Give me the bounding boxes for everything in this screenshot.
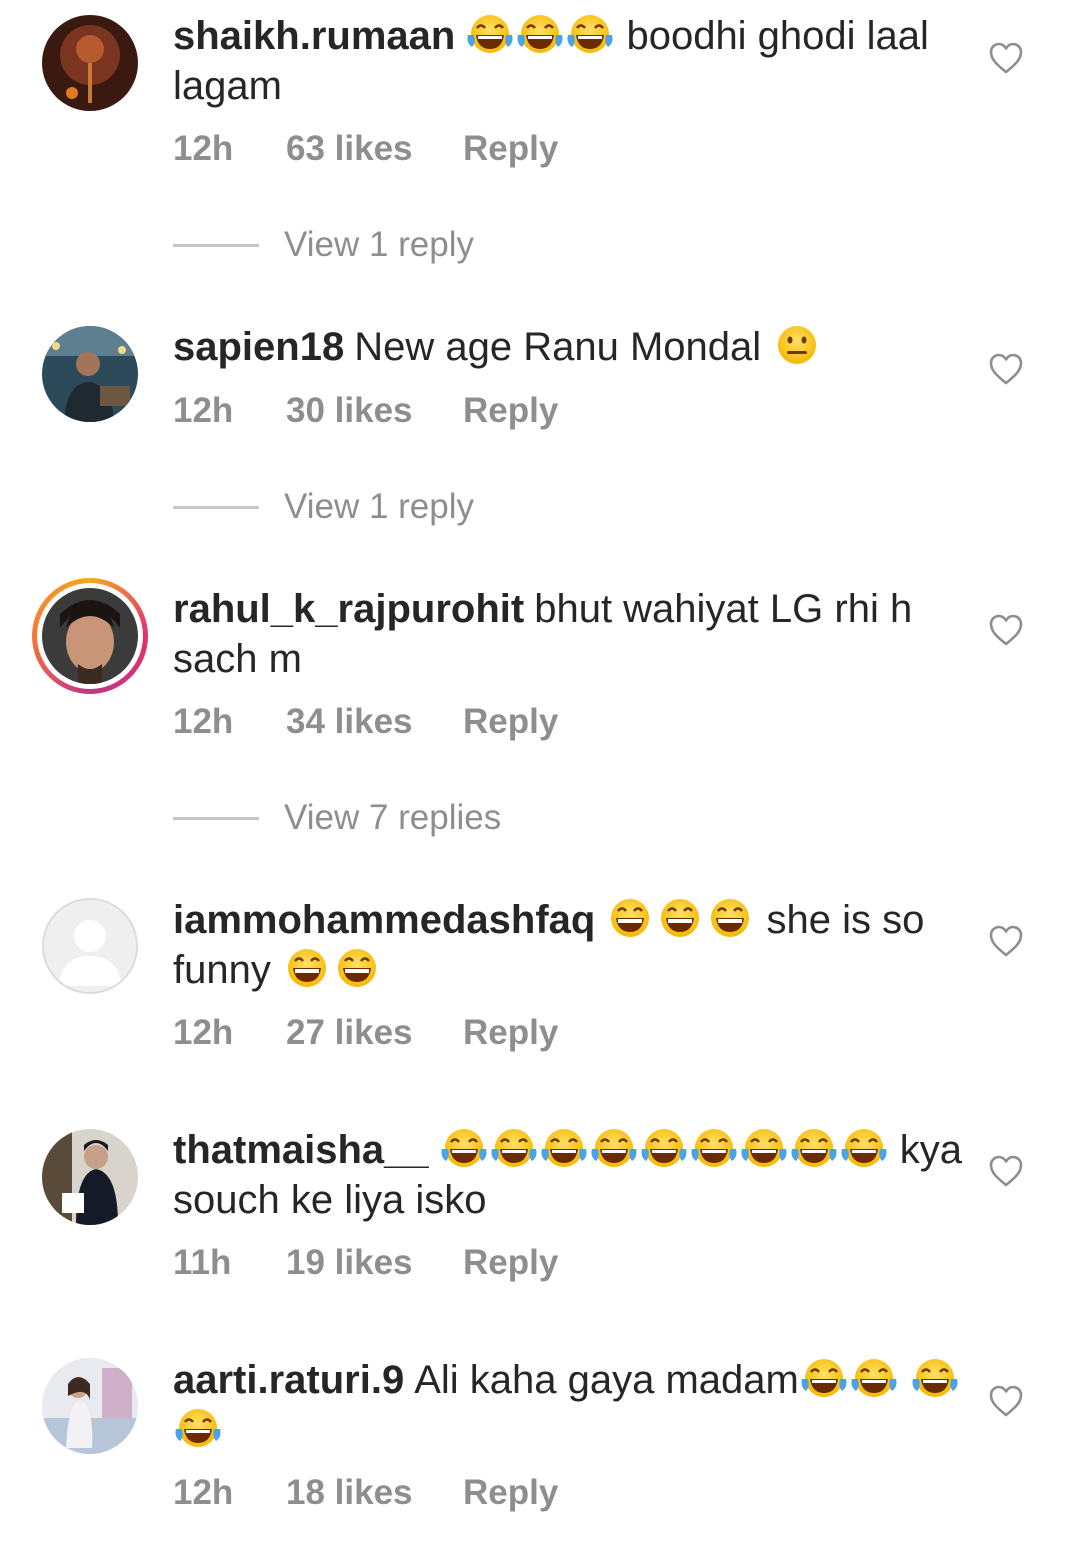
timestamp: 12h bbox=[173, 129, 234, 168]
laugh-icon bbox=[689, 1127, 739, 1169]
comment-text: aarti.raturi.9 Ali kaha gaya madam bbox=[173, 1355, 963, 1455]
laugh-icon bbox=[589, 1127, 639, 1169]
avatar[interactable] bbox=[42, 15, 138, 111]
heart-icon[interactable] bbox=[988, 1154, 1024, 1188]
laugh-icon bbox=[799, 1357, 849, 1399]
likes-count[interactable]: 18 likes bbox=[286, 1471, 413, 1515]
likes-count[interactable]: 34 likes bbox=[286, 700, 413, 744]
heart-icon[interactable] bbox=[988, 613, 1024, 647]
likes-count[interactable]: 19 likes bbox=[286, 1241, 413, 1285]
grinning-face-icon bbox=[655, 897, 705, 939]
comment-body: Ali kaha gaya madam bbox=[414, 1358, 799, 1402]
timestamp: 11h bbox=[173, 1243, 232, 1282]
comment-text: rahul_k_rajpurohit bhut wahiyat LG rhi h … bbox=[173, 584, 963, 684]
laugh-icon bbox=[910, 1357, 960, 1399]
avatar[interactable] bbox=[42, 326, 138, 422]
laugh-icon bbox=[539, 1127, 589, 1169]
likes-count[interactable]: 30 likes bbox=[286, 389, 413, 433]
username-link[interactable]: thatmaisha__ bbox=[173, 1128, 429, 1172]
heart-icon[interactable] bbox=[988, 924, 1024, 958]
reply-button[interactable]: Reply bbox=[463, 127, 558, 171]
comment-text: iammohammedashfaq she is so funny bbox=[173, 895, 963, 995]
timestamp: 12h bbox=[173, 702, 234, 741]
username-link[interactable]: shaikh.rumaan bbox=[173, 14, 455, 58]
laugh-icon bbox=[789, 1127, 839, 1169]
grinning-face-icon bbox=[282, 947, 332, 989]
timestamp: 12h bbox=[173, 391, 234, 430]
grinning-face-icon bbox=[705, 897, 755, 939]
avatar bbox=[42, 588, 138, 684]
reply-button[interactable]: Reply bbox=[463, 1471, 558, 1515]
laugh-icon bbox=[849, 1357, 899, 1399]
comment-text: shaikh.rumaan boodhi ghodi laal lagam bbox=[173, 11, 963, 111]
laugh-icon bbox=[489, 1127, 539, 1169]
heart-icon[interactable] bbox=[988, 352, 1024, 386]
comment-body: New age Ranu Mondal bbox=[354, 325, 762, 369]
divider-line bbox=[173, 506, 259, 509]
username-link[interactable]: rahul_k_rajpurohit bbox=[173, 587, 524, 631]
comment-text: sapien18 New age Ranu Mondal bbox=[173, 322, 963, 372]
reply-button[interactable]: Reply bbox=[463, 700, 558, 744]
timestamp: 12h bbox=[173, 1473, 234, 1512]
neutral-face-icon bbox=[772, 324, 822, 366]
grinning-face-icon bbox=[332, 947, 382, 989]
heart-icon[interactable] bbox=[988, 41, 1024, 75]
username-link[interactable]: sapien18 bbox=[173, 325, 344, 369]
heart-icon[interactable] bbox=[988, 1384, 1024, 1418]
laugh-icon bbox=[739, 1127, 789, 1169]
laugh-icon bbox=[515, 13, 565, 55]
view-replies-label: View 7 replies bbox=[284, 798, 502, 837]
username-link[interactable]: aarti.raturi.9 bbox=[173, 1358, 404, 1402]
timestamp: 12h bbox=[173, 1013, 234, 1052]
reply-button[interactable]: Reply bbox=[463, 389, 558, 433]
view-replies-label: View 1 reply bbox=[284, 487, 475, 526]
divider-line bbox=[173, 817, 259, 820]
divider-line bbox=[173, 244, 259, 247]
comment-text: thatmaisha__ kya souch ke liya isko bbox=[173, 1125, 963, 1225]
view-replies-label: View 1 reply bbox=[284, 225, 475, 264]
reply-button[interactable]: Reply bbox=[463, 1011, 558, 1055]
laugh-icon bbox=[465, 13, 515, 55]
likes-count[interactable]: 27 likes bbox=[286, 1011, 413, 1055]
reply-button[interactable]: Reply bbox=[463, 1241, 558, 1285]
laugh-icon bbox=[839, 1127, 889, 1169]
laugh-icon bbox=[173, 1407, 223, 1449]
story-ring-avatar[interactable] bbox=[32, 578, 148, 694]
avatar[interactable] bbox=[42, 1129, 138, 1225]
laugh-icon bbox=[639, 1127, 689, 1169]
grinning-face-icon bbox=[605, 897, 655, 939]
likes-count[interactable]: 63 likes bbox=[286, 127, 413, 171]
laugh-icon bbox=[439, 1127, 489, 1169]
avatar[interactable] bbox=[42, 1358, 138, 1454]
username-link[interactable]: iammohammedashfaq bbox=[173, 898, 595, 942]
default-avatar-icon[interactable] bbox=[42, 898, 138, 994]
laugh-icon bbox=[565, 13, 615, 55]
